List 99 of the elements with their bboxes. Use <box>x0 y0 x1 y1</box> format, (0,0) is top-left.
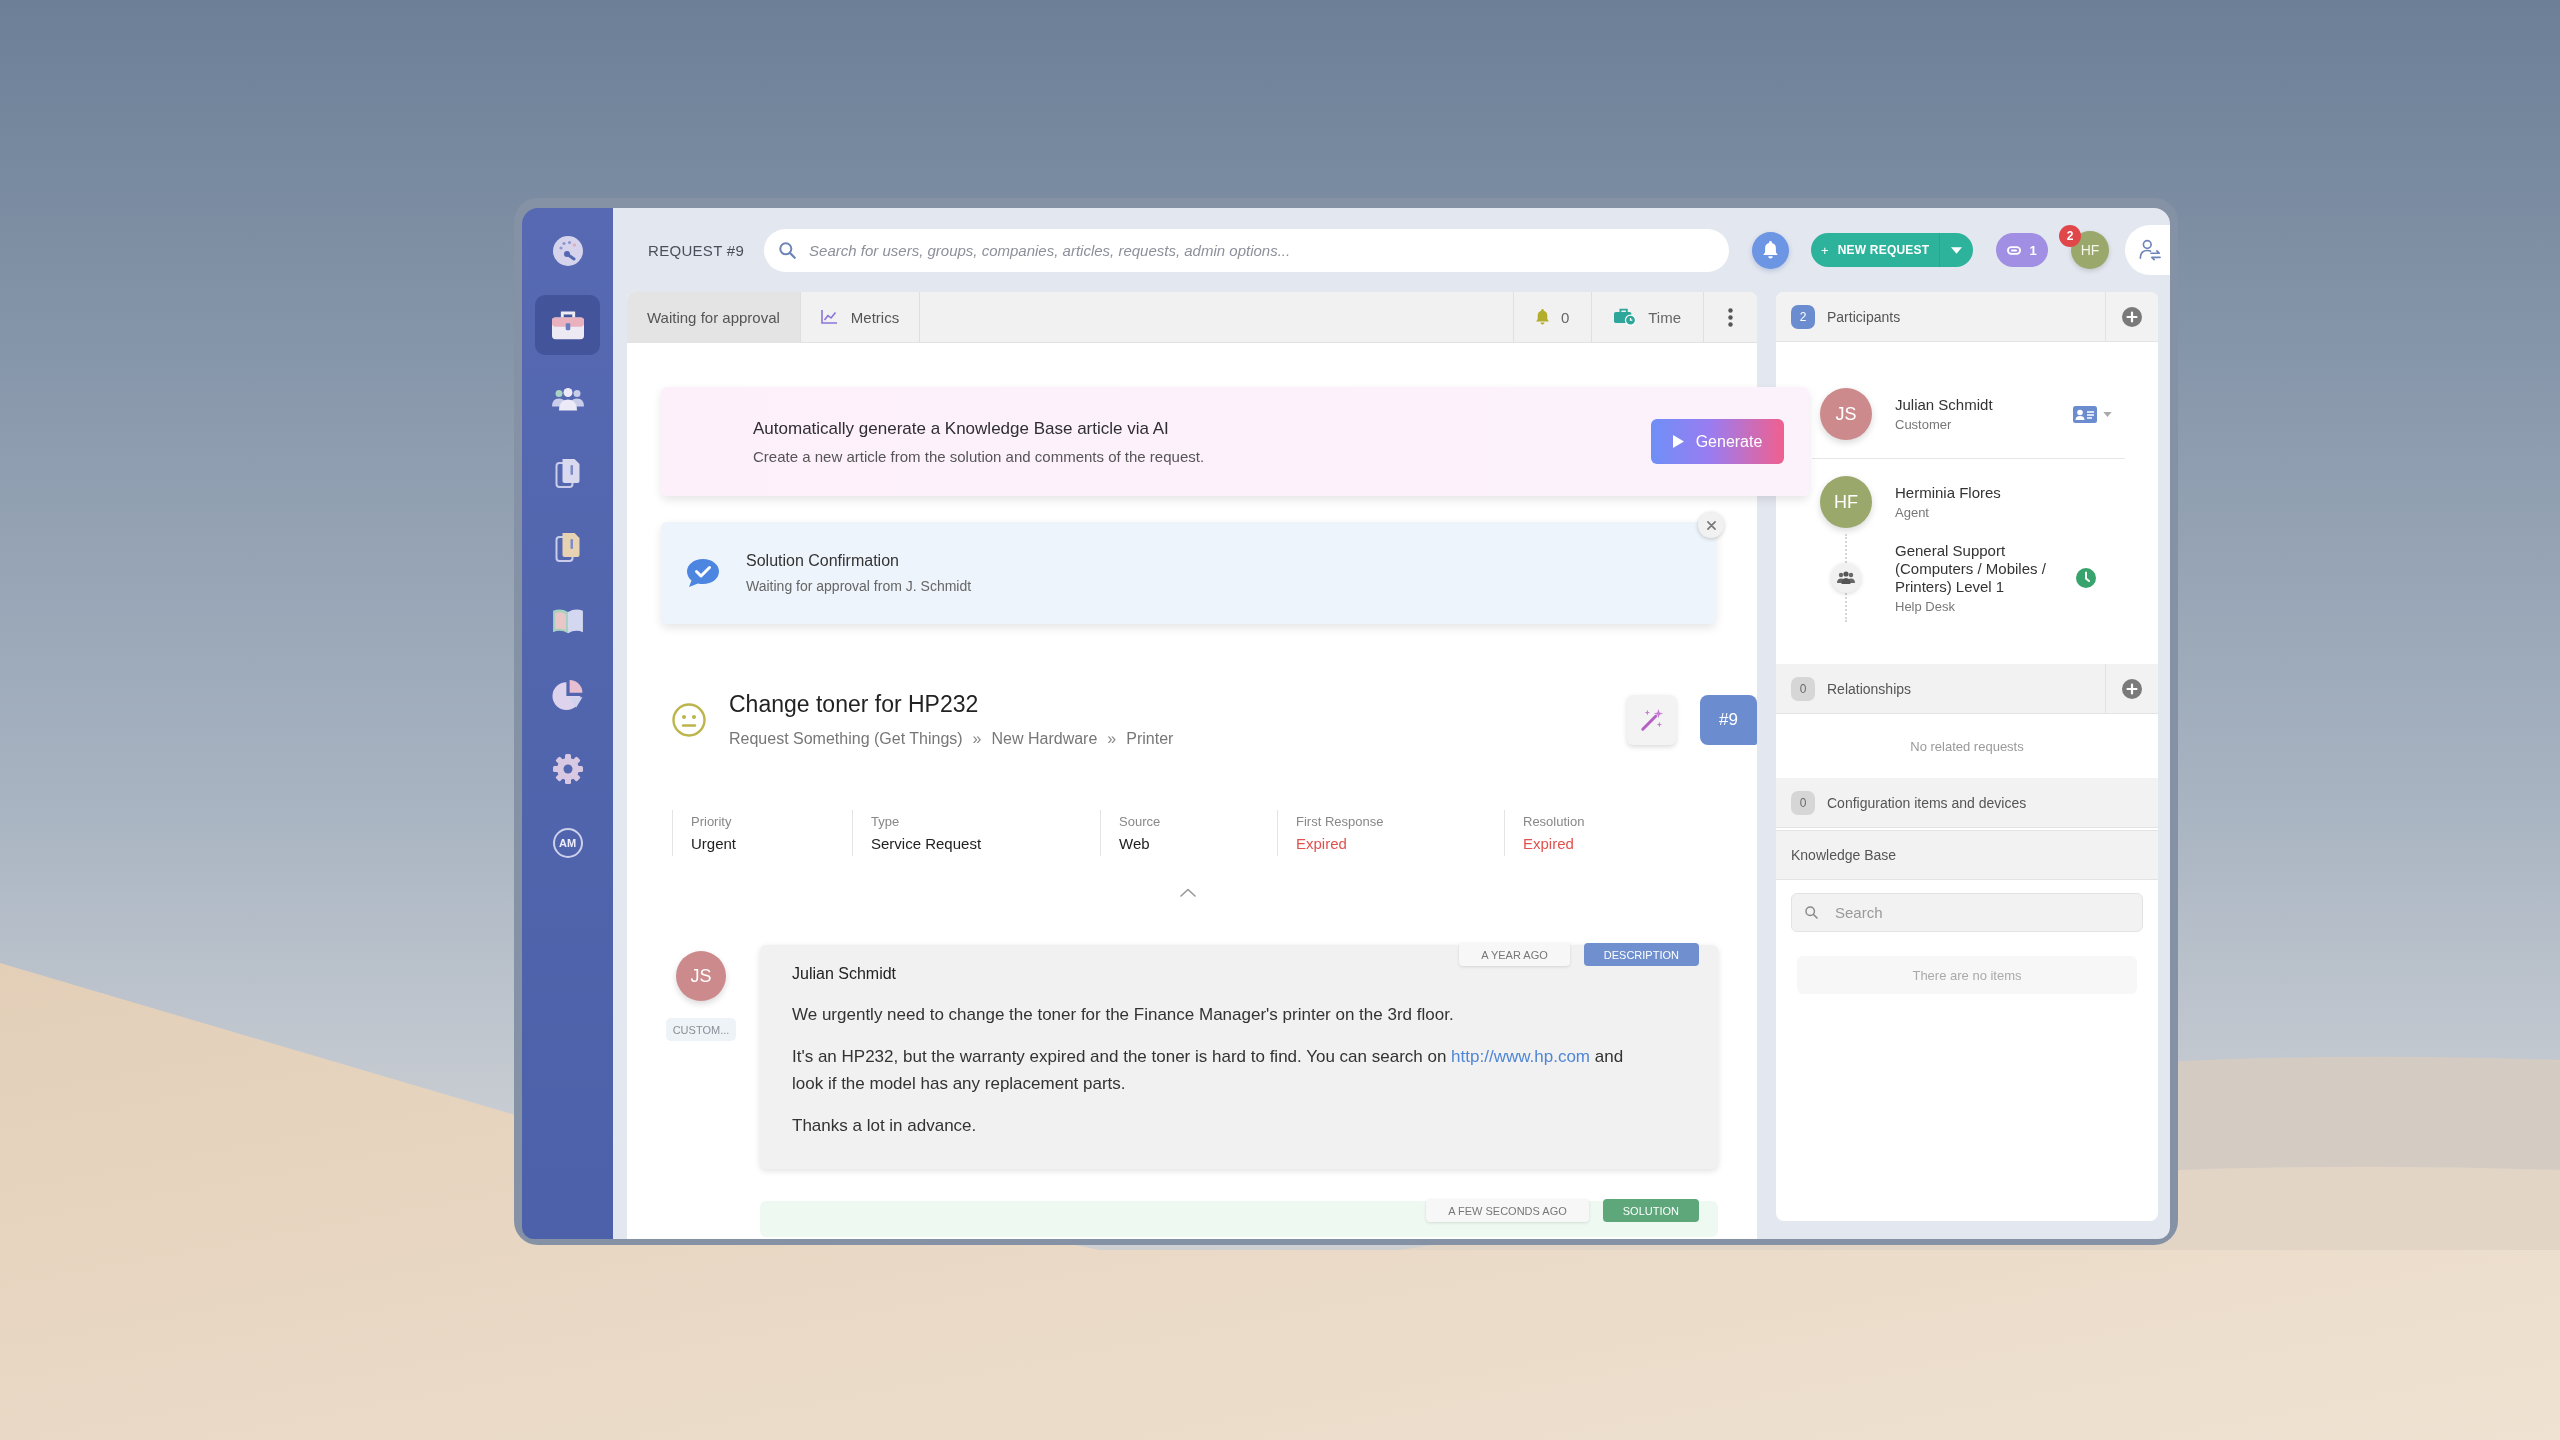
gear-icon <box>551 754 584 784</box>
participant-avatar: HF <box>1820 476 1872 528</box>
add-icon[interactable] <box>2122 678 2142 699</box>
comment-paragraph: It's an HP232, but the warranty expired and the toner is hard to find. You can search on http://www.hp.com and look if the model has any replacement parts. <box>792 1046 1625 1095</box>
search-field[interactable]: Search for users, groups, companies, articles, requests, admin options... <box>764 228 1730 272</box>
field-label: Source <box>1119 814 1162 829</box>
breadcrumb-item[interactable]: Request Something (Get Things) <box>729 730 963 748</box>
count-badge: 2 <box>1791 304 1815 329</box>
section-header[interactable]: 2 Participants <box>1776 292 2158 342</box>
contact-card-icon[interactable] <box>2073 405 2097 423</box>
switch-user-button[interactable] <box>2125 225 2170 275</box>
field-label: First Response <box>1296 814 1385 829</box>
magic-wand-button[interactable] <box>1627 694 1676 745</box>
line-chart-icon <box>820 310 837 324</box>
participant-name: General Support (Computers / Mobiles / Printers) Level 1 <box>1895 542 2047 596</box>
generate-button[interactable]: Generate <box>1651 419 1784 464</box>
field-value: Urgent <box>691 835 738 852</box>
breadcrumb-item[interactable]: New Hardware <box>991 730 1098 748</box>
pie-chart-icon <box>551 680 584 710</box>
close-icon <box>1706 520 1716 530</box>
section-header[interactable]: 0 Configuration items and devices <box>1776 778 2158 828</box>
magic-wand-icon <box>1639 707 1664 732</box>
search-icon <box>779 241 797 259</box>
chat-check-icon <box>686 558 720 588</box>
participant-avatar: JS <box>1820 388 1872 440</box>
field-value: Expired <box>1523 835 1575 852</box>
account-monogram: AM <box>552 828 583 858</box>
caret-icon <box>1951 246 1963 254</box>
vertical-dots-icon <box>1728 307 1733 327</box>
bell-icon <box>1535 309 1549 325</box>
request-title: Change toner for HP232 <box>729 691 980 718</box>
breadcrumb-item[interactable]: Printer <box>1126 730 1174 748</box>
sidebar-item[interactable] <box>535 295 600 355</box>
sidebar-item[interactable]: AM <box>535 813 600 873</box>
new-request-button[interactable]: + NEW REQUEST <box>1811 233 1940 267</box>
empty-message: There are no items <box>1797 956 2137 994</box>
clock-icon <box>2076 568 2096 588</box>
add-icon[interactable] <box>2122 306 2142 327</box>
field-label: Priority <box>691 814 733 829</box>
linked-items-button[interactable]: 1 <box>1996 233 2049 267</box>
banner-title: Automatically generate a Knowledge Base article via AI <box>753 418 1170 439</box>
page-title: REQUEST #9 <box>648 241 745 259</box>
breadcrumb-separator: » <box>1107 730 1117 748</box>
confirmation-title: Solution Confirmation <box>746 552 900 570</box>
tab[interactable]: Waiting for approval <box>627 292 801 342</box>
field-label: Type <box>871 814 901 829</box>
participant-name: Herminia Flores <box>1895 484 2001 502</box>
comment-paragraph: We urgently need to change the toner for the Finance Manager's printer on the 3rd floor. <box>792 1004 1455 1026</box>
user-switch-icon <box>2138 239 2161 261</box>
group-icon <box>1831 563 1861 593</box>
neutral-face-icon <box>672 702 706 737</box>
participant-role: Customer <box>1895 417 1953 432</box>
play-icon <box>1672 435 1684 448</box>
time-tag: A FEW SECONDS AGO <box>1426 1199 1589 1222</box>
author-name: Julian Schmidt <box>792 964 898 984</box>
field-label: Resolution <box>1523 814 1586 829</box>
briefcase-icon <box>551 310 584 340</box>
comment-type-tag: SOLUTION <box>1602 1199 1699 1222</box>
tab[interactable]: Metrics <box>800 292 921 342</box>
section-title: Knowledge Base <box>1791 847 1897 863</box>
time-tag: A YEAR AGO <box>1459 943 1570 966</box>
time-button[interactable]: Time <box>1591 292 1703 342</box>
participant-role: Help Desk <box>1895 599 1956 614</box>
search-icon <box>1805 906 1818 919</box>
notification-badge: 2 <box>2059 225 2082 247</box>
comment-type-tag: DESCRIPTION <box>1583 943 1699 966</box>
briefcase-clock-icon <box>1614 308 1637 326</box>
empty-message: No related requests <box>1910 738 2024 754</box>
field-value: Web <box>1119 835 1151 852</box>
count-badge: 0 <box>1791 790 1815 815</box>
link-icon <box>2007 245 2022 255</box>
request-number-badge: #9 <box>1700 694 1757 745</box>
count-badge: 0 <box>1791 676 1815 701</box>
field-value: Expired <box>1296 835 1348 852</box>
chevron-up-icon[interactable] <box>1180 888 1196 897</box>
participant-role: Agent <box>1895 505 1930 520</box>
section-title: Participants <box>1827 308 1901 325</box>
link[interactable]: http://www.hp.com <box>1451 1047 1590 1066</box>
section-header[interactable]: 0 Relationships <box>1776 664 2158 714</box>
book-icon <box>551 606 584 636</box>
comment-paragraph: Thanks a lot in advance. <box>792 1115 978 1137</box>
confirmation-text: Waiting for approval from J. Schmidt <box>746 578 972 594</box>
author-avatar: JS <box>676 951 726 1001</box>
bell-icon <box>1763 241 1779 259</box>
caret-icon[interactable] <box>2103 411 2112 417</box>
reminders-button[interactable]: 0 <box>1512 292 1592 342</box>
section-header[interactable]: Knowledge Base <box>1776 830 2158 880</box>
section-title: Relationships <box>1827 680 1912 697</box>
notifications-button[interactable] <box>1752 231 1790 269</box>
breadcrumb-separator: » <box>972 730 982 748</box>
dropdown-button[interactable] <box>1939 233 1974 267</box>
gauge-icon <box>551 236 584 266</box>
close-button[interactable] <box>1698 512 1724 538</box>
author-role-tag: CUSTOM... <box>665 1018 737 1041</box>
search-field[interactable]: Search <box>1791 893 2143 932</box>
section-title: Configuration items and devices <box>1827 794 2027 811</box>
field-value: Service Request <box>871 835 983 852</box>
participant-name: Julian Schmidt <box>1895 396 1993 414</box>
banner-text: Create a new article from the solution and comments of the request. <box>753 447 1206 465</box>
